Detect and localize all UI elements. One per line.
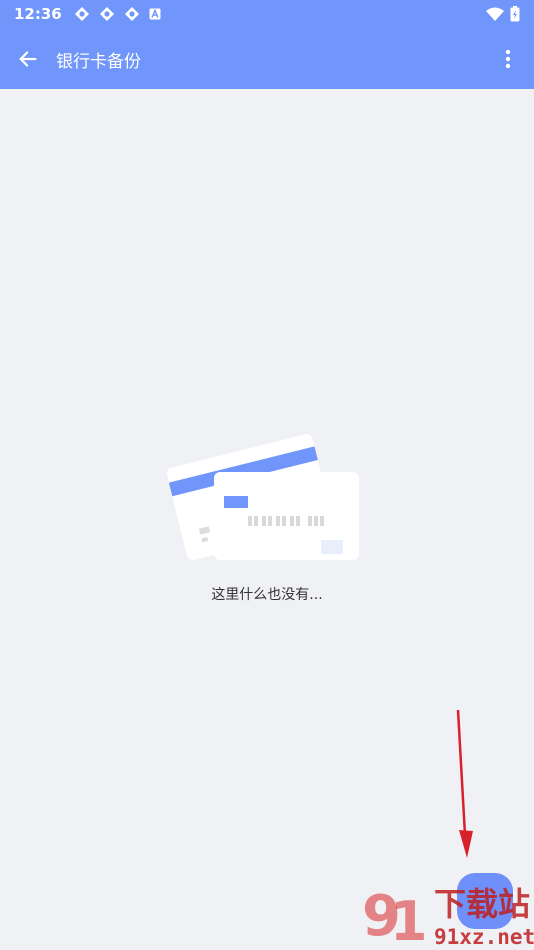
notification-app-icon [74,7,89,21]
more-options-button[interactable] [482,33,534,85]
status-bar: 12:36 [0,0,534,28]
more-vert-icon [505,49,511,69]
svg-text:1: 1 [390,890,428,950]
annotation-arrow [456,709,473,858]
battery-icon [510,6,520,22]
back-button[interactable] [0,33,56,85]
watermark-brand: 下载站 [434,885,530,923]
page-title: 银行卡备份 [56,51,141,72]
notification-a-icon [149,8,161,20]
watermark-domain: 91xz.net [434,925,534,949]
empty-state: 这里什么也没有... [0,420,534,604]
wifi-icon [486,7,504,21]
toolbar: 银行卡备份 [0,33,534,85]
watermark-logo: 9 1 下载站 91xz.net [362,884,534,950]
arrow-back-icon [19,51,37,67]
app-bar: 12:36 银行卡备份 [0,0,534,89]
empty-message: 这里什么也没有... [211,587,323,603]
notification-app-icon [124,7,139,21]
status-time: 12:36 [14,5,62,23]
notification-app-icon [99,7,114,21]
bank-cards-illustration [167,434,359,560]
